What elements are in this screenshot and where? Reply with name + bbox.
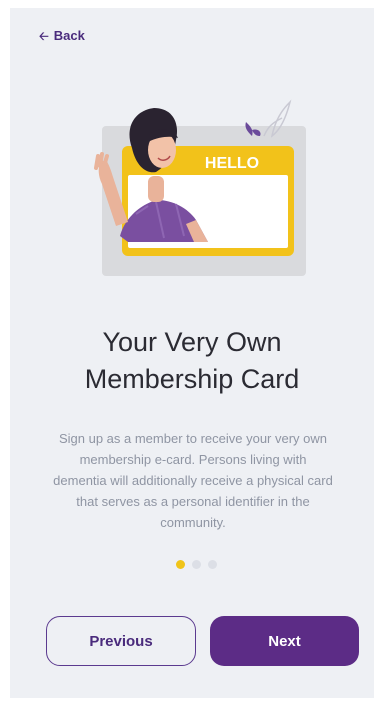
title-line-2: Membership Card [84, 364, 300, 394]
page-dot-2[interactable] [192, 560, 201, 569]
page-description: Sign up as a member to receive your very… [53, 431, 333, 530]
page-dot-3[interactable] [208, 560, 217, 569]
previous-button[interactable]: Previous [46, 616, 196, 666]
next-button[interactable]: Next [210, 616, 359, 666]
page-dot-1[interactable] [176, 560, 185, 569]
hello-card-text: HELLO [205, 155, 259, 172]
status-bar [10, 4, 374, 8]
page-title: Your Very Own Membership Card [0, 324, 384, 398]
title-line-1: Your Very Own [102, 327, 282, 357]
back-label: Back [53, 28, 85, 43]
back-button[interactable]: 🡠 Back [39, 28, 85, 43]
membership-card-illustration: HELLO [94, 99, 306, 276]
arrow-left-icon: 🡠 [39, 28, 49, 43]
page-indicator [176, 560, 217, 569]
